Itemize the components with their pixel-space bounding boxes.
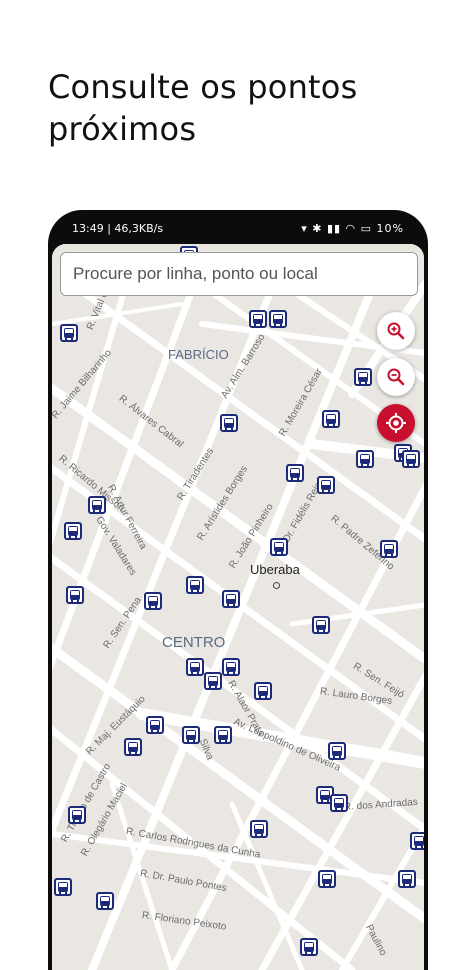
status-time: 13:49 | 46,3KB/s [72,222,164,235]
bus-stop-icon[interactable] [64,522,82,540]
bus-stop-icon[interactable] [186,658,204,676]
locate-me-button[interactable] [377,404,415,442]
bus-stop-icon[interactable] [254,682,272,700]
bus-stop-icon[interactable] [270,538,288,556]
search-input[interactable]: Procure por linha, ponto ou local [60,252,418,296]
bus-stop-icon[interactable] [318,870,336,888]
map-screen[interactable]: FABRÍCIO CENTRO Uberaba R. Vital de R. J… [52,244,424,970]
bus-stop-icon[interactable] [54,878,72,896]
bus-stop-icon[interactable] [402,450,420,468]
bus-stop-icon[interactable] [269,310,287,328]
district-label-centro: CENTRO [162,634,226,651]
zoom-in-button[interactable] [377,312,415,350]
city-marker [273,582,280,589]
bus-stop-icon[interactable] [146,716,164,734]
status-bar: 13:49 | 46,3KB/s ▾ ✱ ▮▮ ◠ ▭ 10% [48,210,428,244]
bus-stop-icon[interactable] [124,738,142,756]
bus-stop-icon[interactable] [68,806,86,824]
bus-stop-icon[interactable] [249,310,267,328]
bus-stop-icon[interactable] [144,592,162,610]
zoom-out-icon [387,368,405,386]
bus-stop-icon[interactable] [222,590,240,608]
phone-frame: 13:49 | 46,3KB/s ▾ ✱ ▮▮ ◠ ▭ 10% FABRÍCIO… [48,210,428,970]
bus-stop-icon[interactable] [60,324,78,342]
bus-stop-icon[interactable] [410,832,424,850]
bus-stop-icon[interactable] [398,870,416,888]
headline: Consulte os pontos próximos [48,68,358,148]
zoom-in-icon [387,322,405,340]
status-icons: ▾ ✱ ▮▮ ◠ ▭ 10% [301,222,404,235]
bus-stop-icon[interactable] [220,414,238,432]
bus-stop-icon[interactable] [356,450,374,468]
bus-stop-icon[interactable] [96,892,114,910]
bus-stop-icon[interactable] [286,464,304,482]
zoom-out-button[interactable] [377,358,415,396]
bus-stop-icon[interactable] [312,616,330,634]
battery-level: 10% [376,222,404,235]
bus-stop-icon[interactable] [354,368,372,386]
locate-icon [386,413,406,433]
city-label: Uberaba [250,562,300,577]
bus-stop-icon[interactable] [380,540,398,558]
bus-stop-icon[interactable] [222,658,240,676]
bus-stop-icon[interactable] [88,496,106,514]
bus-stop-icon[interactable] [317,476,335,494]
bus-stop-icon[interactable] [204,672,222,690]
bus-stop-icon[interactable] [214,726,232,744]
signal-icon: ▾ ✱ ▮▮ ◠ ▭ [301,222,377,235]
bus-stop-icon[interactable] [182,726,200,744]
bus-stop-icon[interactable] [186,576,204,594]
district-label-fabricio: FABRÍCIO [168,347,229,362]
bus-stop-icon[interactable] [328,742,346,760]
bus-stop-icon[interactable] [330,794,348,812]
bus-stop-icon[interactable] [322,410,340,428]
bus-stop-icon[interactable] [300,938,318,956]
bus-stop-icon[interactable] [66,586,84,604]
bus-stop-icon[interactable] [250,820,268,838]
